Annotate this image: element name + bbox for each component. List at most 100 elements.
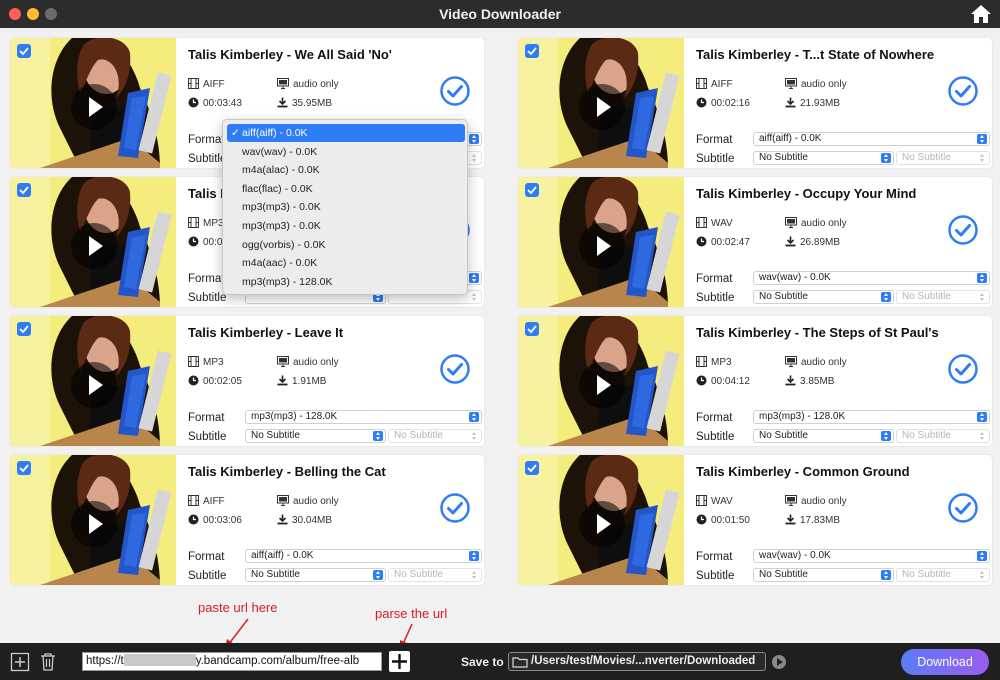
thumbnail: [518, 38, 684, 168]
format-select[interactable]: wav(wav) - 0.0K: [753, 549, 990, 563]
subtitle-select[interactable]: No Subtitle: [245, 429, 386, 443]
subtitle-select[interactable]: No Subtitle: [753, 151, 894, 165]
format-label: Format: [696, 134, 733, 146]
video-card: Talis Kimberley - Common Ground WAV audi…: [518, 455, 992, 585]
format-label: Format: [696, 551, 733, 563]
item-checkbox[interactable]: [17, 322, 31, 336]
item-checkbox[interactable]: [17, 44, 31, 58]
home-icon[interactable]: [970, 4, 992, 24]
format-option[interactable]: mp3(mp3) - 128.0K: [227, 273, 465, 291]
play-icon[interactable]: [71, 223, 117, 269]
download-size-icon: [277, 97, 288, 108]
play-icon[interactable]: [579, 501, 625, 547]
download-size-icon: [785, 514, 796, 525]
video-card: Talis Kimberley - The Steps of St Paul's…: [518, 316, 992, 446]
checkmark-icon: [527, 325, 537, 334]
format-select[interactable]: wav(wav) - 0.0K: [753, 271, 990, 285]
film-icon: [188, 217, 199, 228]
film-icon: [188, 495, 199, 506]
format-option[interactable]: ogg(vorbis) - 0.0K: [227, 236, 465, 254]
format-select[interactable]: mp3(mp3) - 128.0K: [753, 410, 990, 424]
video-info: Talis Kimberley - The Steps of St Paul's…: [696, 316, 990, 446]
format-label: Format: [696, 412, 733, 424]
parse-url-button[interactable]: [389, 651, 410, 672]
item-checkbox[interactable]: [525, 44, 539, 58]
chevron-updown-icon: [469, 134, 479, 144]
format-option[interactable]: flac(flac) - 0.0K: [227, 180, 465, 198]
monitor-icon: [785, 78, 797, 89]
thumbnail: [10, 38, 176, 168]
file-size: 17.83MB: [800, 515, 841, 526]
media-mode: audio only: [801, 218, 847, 229]
checkmark-icon: [19, 325, 29, 334]
url-input[interactable]: https://t y.bandcamp.com/album/free-alb: [82, 652, 382, 671]
download-size-icon: [277, 375, 288, 386]
format-option[interactable]: mp3(mp3) - 0.0K: [227, 217, 465, 235]
play-icon[interactable]: [71, 501, 117, 547]
play-icon[interactable]: [71, 362, 117, 408]
video-info: Talis Kimberley - Occupy Your Mind WAV a…: [696, 177, 990, 307]
open-folder-arrow-icon[interactable]: [772, 655, 786, 669]
format-select[interactable]: aiff(aiff) - 0.0K: [245, 549, 482, 563]
duration: 00:02:47: [711, 237, 750, 248]
download-size-icon: [785, 375, 796, 386]
thumbnail: [10, 316, 176, 446]
video-card: Talis Kimberley - T...t State of Nowhere…: [518, 38, 992, 168]
film-icon: [696, 356, 707, 367]
play-icon[interactable]: [579, 84, 625, 130]
chevron-updown-icon: [469, 153, 479, 163]
file-type: MP3: [203, 357, 224, 368]
subtitle-select[interactable]: No Subtitle: [753, 568, 894, 582]
item-checkbox[interactable]: [17, 183, 31, 197]
format-option[interactable]: ✓ aiff(aiff) - 0.0K: [227, 124, 465, 142]
url-redaction: [123, 654, 196, 666]
subtitle-select[interactable]: No Subtitle: [753, 429, 894, 443]
play-icon[interactable]: [579, 223, 625, 269]
file-type: AIFF: [711, 79, 733, 90]
add-icon[interactable]: [10, 652, 30, 672]
file-type: WAV: [711, 496, 733, 507]
subtitle-label: Subtitle: [188, 570, 227, 582]
format-option[interactable]: m4a(aac) - 0.0K: [227, 254, 465, 272]
checkmark-icon: [19, 47, 29, 56]
chevron-updown-icon: [469, 570, 479, 580]
play-icon[interactable]: [579, 362, 625, 408]
format-select[interactable]: mp3(mp3) - 128.0K: [245, 410, 482, 424]
trash-icon[interactable]: [38, 652, 58, 672]
video-info: Talis Kimberley - Belling the Cat AIFF a…: [188, 455, 482, 585]
chevron-updown-icon: [881, 292, 891, 302]
item-checkbox[interactable]: [525, 322, 539, 336]
video-info: Talis Kimberley - Leave It MP3 audio onl…: [188, 316, 482, 446]
format-option[interactable]: mp3(mp3) - 0.0K: [227, 198, 465, 216]
format-option[interactable]: wav(wav) - 0.0K: [227, 143, 465, 161]
media-mode: audio only: [293, 357, 339, 368]
format-dropdown-menu[interactable]: ✓ aiff(aiff) - 0.0K wav(wav) - 0.0K m4a(ala…: [222, 119, 468, 295]
chevron-updown-icon: [977, 570, 987, 580]
download-button[interactable]: Download: [901, 649, 989, 675]
thumbnail: [518, 177, 684, 307]
plus-icon: [392, 654, 407, 669]
clock-icon: [188, 375, 199, 386]
file-size: 1.91MB: [292, 376, 327, 387]
play-icon[interactable]: [71, 84, 117, 130]
item-checkbox[interactable]: [17, 461, 31, 475]
subtitle-select[interactable]: No Subtitle: [245, 568, 386, 582]
format-option[interactable]: m4a(alac) - 0.0K: [227, 161, 465, 179]
item-checkbox[interactable]: [525, 461, 539, 475]
monitor-icon: [785, 356, 797, 367]
video-title: Talis Kimberley - The Steps of St Paul's: [696, 325, 939, 340]
chevron-updown-icon: [977, 431, 987, 441]
item-checkbox[interactable]: [525, 183, 539, 197]
subtitle-select[interactable]: No Subtitle: [753, 290, 894, 304]
format-select[interactable]: aiff(aiff) - 0.0K: [753, 132, 990, 146]
clock-icon: [188, 514, 199, 525]
video-title: Talis Kimberley - Leave It: [188, 325, 344, 340]
film-icon: [188, 356, 199, 367]
file-size: 26.89MB: [800, 237, 841, 248]
save-path-text: /Users/test/Movies/...nverter/Downloaded: [531, 655, 756, 667]
save-path-field[interactable]: /Users/test/Movies/...nverter/Downloaded: [508, 652, 766, 671]
subtitle-secondary-select: No Subtitle: [896, 429, 990, 443]
video-info: Talis Kimberley - T...t State of Nowhere…: [696, 38, 990, 168]
chevron-updown-icon: [373, 431, 383, 441]
monitor-icon: [277, 356, 289, 367]
